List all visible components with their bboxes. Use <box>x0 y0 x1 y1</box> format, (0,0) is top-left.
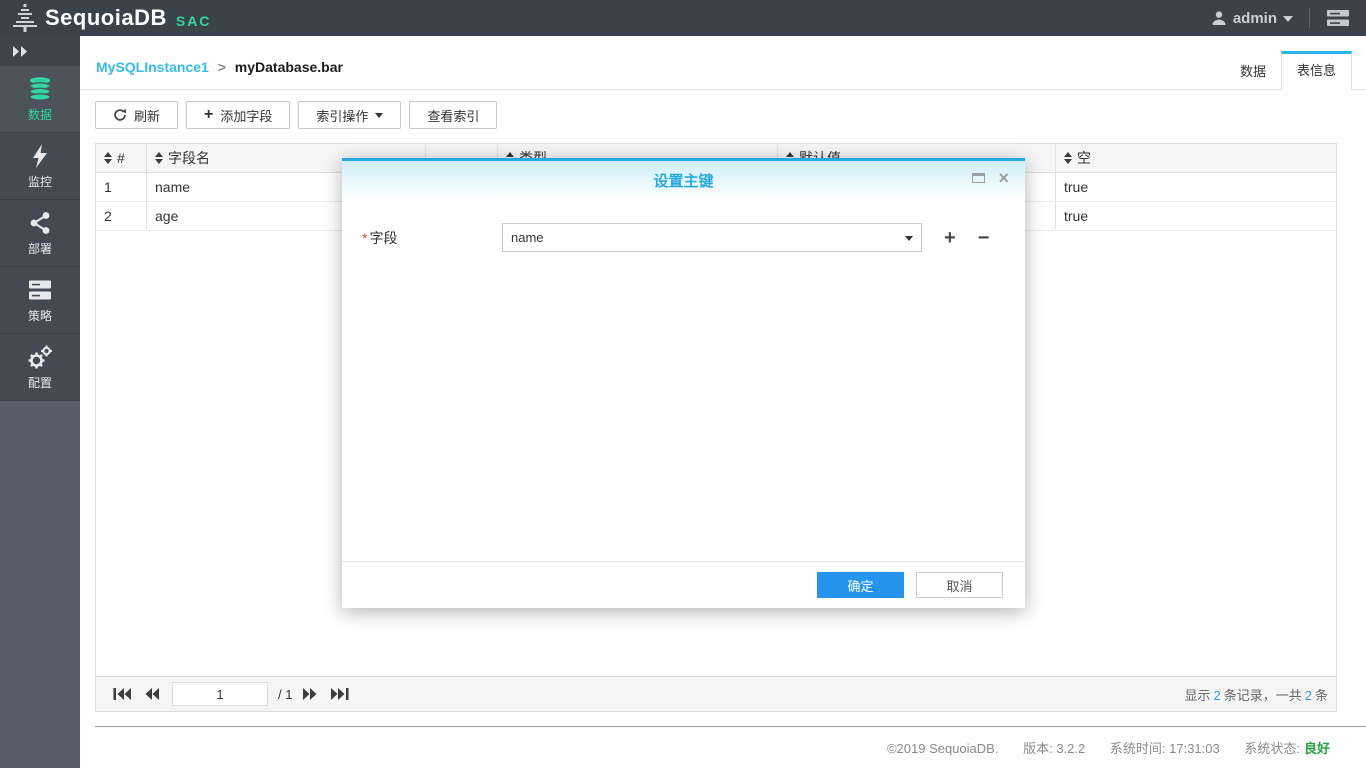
refresh-icon <box>114 108 127 121</box>
footer-divider <box>95 726 1366 727</box>
cancel-button[interactable]: 取消 <box>916 572 1003 598</box>
sidebar-item-label: 配置 <box>27 375 52 390</box>
refresh-button[interactable]: 刷新 <box>95 101 179 129</box>
breadcrumb: MySQLInstance1 > myDatabase.bar <box>96 59 343 75</box>
topbar-divider <box>1309 8 1310 28</box>
database-icon <box>29 76 51 101</box>
null-cell: true <box>1064 179 1089 195</box>
refresh-label: 刷新 <box>134 108 161 124</box>
pagination-bar: / 1 显示2条记录，一共2条 <box>96 676 1336 711</box>
add-field-label: 添加字段 <box>220 108 273 124</box>
version-value: 3.2.2 <box>1056 741 1086 756</box>
admin-username: admin <box>1232 9 1277 27</box>
sort-icon <box>155 152 163 164</box>
tab-table-info[interactable]: 表信息 <box>1280 51 1352 90</box>
system-status-value: 良好 <box>1303 741 1330 756</box>
field-label: * 字段 <box>362 229 398 246</box>
field-select-value: name <box>511 230 544 245</box>
page-number-input[interactable] <box>172 682 268 706</box>
sidebar-item-label: 监控 <box>27 174 52 189</box>
server-list-icon[interactable] <box>1326 9 1350 27</box>
user-icon <box>1212 11 1226 25</box>
topbar: SequoiaDB SAC admin <box>0 0 1366 36</box>
field-select[interactable]: name <box>502 223 922 252</box>
copyright: ©2019 SequoiaDB. <box>886 741 999 756</box>
page-prev-button[interactable] <box>144 688 160 700</box>
page-prev-icon <box>145 688 159 700</box>
index-operations-button[interactable]: 索引操作 <box>298 101 402 129</box>
view-index-label: 查看索引 <box>427 108 480 124</box>
brand-suffix: SAC <box>175 12 212 29</box>
sort-icon <box>104 152 112 164</box>
row-number-cell: 2 <box>96 202 147 230</box>
sidebar: 数据 监控 部署 策略 配置 <box>0 36 80 768</box>
brand-name: SequoiaDB <box>45 5 167 30</box>
view-index-button[interactable]: 查看索引 <box>409 101 498 129</box>
page-first-button[interactable] <box>113 688 132 700</box>
remove-row-button[interactable]: − <box>978 228 990 248</box>
sidebar-collapse-button[interactable] <box>0 36 80 66</box>
sidebar-item-data[interactable]: 数据 <box>0 66 80 133</box>
select-caret-icon <box>905 236 913 241</box>
system-time-value: 17:31:03 <box>1169 741 1220 756</box>
breadcrumb-table: myDatabase.bar <box>234 59 343 75</box>
page-header: MySQLInstance1 > myDatabase.bar 数据 表信息 <box>80 36 1366 90</box>
add-field-button[interactable]: + 添加字段 <box>186 101 291 129</box>
breadcrumb-instance-link[interactable]: MySQLInstance1 <box>96 59 209 75</box>
sidebar-item-deploy[interactable]: 部署 <box>0 200 80 267</box>
brand-logo: SequoiaDB SAC <box>10 3 211 33</box>
sidebar-item-label: 数据 <box>27 107 52 122</box>
page-total-label: / 1 <box>278 686 293 702</box>
record-count: 2 <box>1213 687 1221 703</box>
toolbar: 刷新 + 添加字段 索引操作 查看索引 <box>95 101 498 129</box>
column-header-null[interactable]: 空 <box>1056 144 1336 172</box>
ok-button[interactable]: 确定 <box>817 572 904 598</box>
sidebar-item-label: 部署 <box>27 241 52 256</box>
page-footer: ©2019 SequoiaDB. 版本: 3.2.2 系统时间: 17:31:0… <box>886 741 1330 756</box>
page-first-icon <box>113 688 131 700</box>
required-mark: * <box>362 229 368 246</box>
sidebar-item-strategy[interactable]: 策略 <box>0 267 80 334</box>
caret-down-icon <box>375 113 384 118</box>
row-number-cell: 1 <box>96 173 147 201</box>
index-operations-label: 索引操作 <box>316 108 369 124</box>
record-summary: 显示 2 条记录，一共 2 条 <box>1184 687 1328 703</box>
share-icon <box>30 211 50 234</box>
plus-icon: + <box>204 106 214 123</box>
collapse-double-arrow-icon <box>13 45 27 57</box>
close-icon[interactable]: × <box>998 169 1009 187</box>
maximize-icon[interactable] <box>972 173 986 183</box>
record-total: 2 <box>1304 687 1312 703</box>
sidebar-item-monitor[interactable]: 监控 <box>0 133 80 200</box>
page-next-icon <box>303 688 317 700</box>
lightning-icon <box>33 143 47 168</box>
field-form-row: * 字段 name + − <box>362 223 989 252</box>
server-stack-icon <box>29 280 51 299</box>
tab-bar: 数据 表信息 <box>1225 51 1352 90</box>
set-primary-key-dialog: 设置主键 × * 字段 name + − 确定 取消 <box>342 158 1025 608</box>
admin-menu[interactable]: admin <box>1211 10 1293 27</box>
tab-data[interactable]: 数据 <box>1225 52 1281 90</box>
dialog-title: 设置主键 <box>653 172 714 190</box>
page-next-button[interactable] <box>302 688 318 700</box>
dialog-header[interactable]: 设置主键 × <box>342 161 1025 199</box>
tree-logo-icon <box>13 4 37 32</box>
page-last-button[interactable] <box>330 688 349 700</box>
sidebar-item-label: 策略 <box>27 308 52 323</box>
breadcrumb-separator: > <box>217 59 226 75</box>
caret-down-icon <box>1283 16 1293 22</box>
sidebar-item-config[interactable]: 配置 <box>0 334 80 401</box>
dialog-footer: 确定 取消 <box>342 561 1025 608</box>
sort-icon <box>1064 152 1072 164</box>
gears-icon <box>28 345 52 368</box>
column-header-number[interactable]: # <box>96 144 147 172</box>
add-row-button[interactable]: + <box>944 228 956 248</box>
page-last-icon <box>331 688 349 700</box>
null-cell: true <box>1064 208 1089 224</box>
